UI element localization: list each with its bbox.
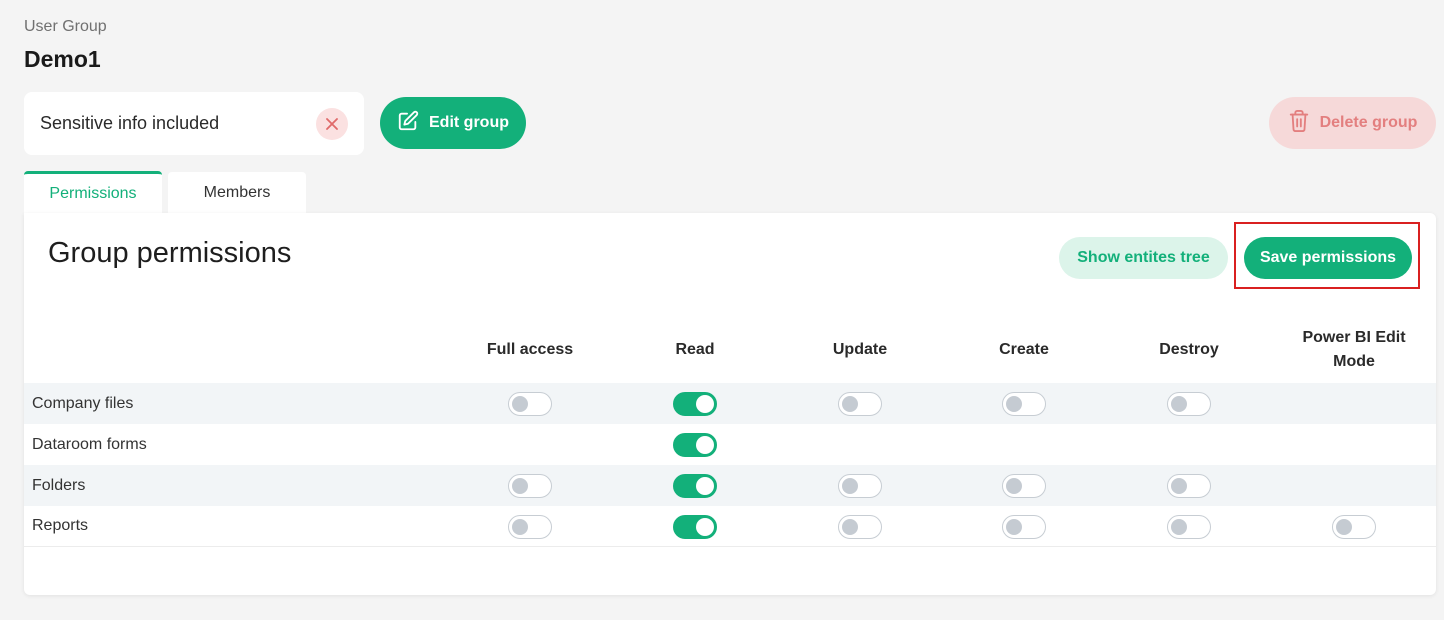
toggle-knob <box>696 477 714 495</box>
toggle-create[interactable] <box>1002 392 1046 416</box>
toggle-knob <box>696 518 714 536</box>
row-label: Folders <box>32 476 86 494</box>
toggle-knob <box>1336 519 1352 535</box>
toggle-knob <box>1006 396 1022 412</box>
table-row-folders: Folders <box>24 465 1436 506</box>
toggle-create[interactable] <box>1002 474 1046 498</box>
table-row-reports: Reports <box>24 506 1436 547</box>
column-header-destroy: Destroy <box>1159 341 1219 358</box>
table-row-dataroom-forms: Dataroom forms <box>24 424 1436 465</box>
column-header-full-access: Full access <box>486 341 574 358</box>
toggle-power-bi-edit-mode[interactable] <box>1332 515 1376 539</box>
row-label: Reports <box>32 517 89 534</box>
tab-permissions[interactable]: Permissions <box>24 171 162 213</box>
toggle-read[interactable] <box>673 392 717 416</box>
toggle-knob <box>1006 478 1022 494</box>
toggle-destroy[interactable] <box>1167 392 1211 416</box>
toggle-update[interactable] <box>838 515 882 539</box>
edit-group-button[interactable]: Edit group <box>380 97 526 149</box>
sensitive-info-label: Sensitive info included <box>40 113 220 133</box>
toggle-knob <box>1171 396 1187 412</box>
toggle-knob <box>1171 519 1187 535</box>
column-header-create: Create <box>999 341 1049 358</box>
toggle-read[interactable] <box>673 474 717 498</box>
toggle-full-access[interactable] <box>508 474 552 498</box>
row-label: Company files <box>32 394 134 412</box>
toggle-create[interactable] <box>1002 515 1046 539</box>
toggle-knob <box>842 478 858 494</box>
column-header-update: Update <box>832 341 888 358</box>
column-header-power-bi-edit-mode: Power BI Edit Mode <box>1302 329 1406 370</box>
row-label: Dataroom forms <box>32 435 147 453</box>
toggle-update[interactable] <box>838 474 882 498</box>
panel-title: Group permissions <box>48 237 292 269</box>
toggle-knob <box>842 396 858 412</box>
delete-group-button[interactable]: Delete group <box>1269 97 1436 149</box>
toggle-knob <box>512 396 528 412</box>
page-title: Demo1 <box>24 46 101 72</box>
edit-icon <box>397 110 419 137</box>
permissions-panel: Group permissions Show entites tree Save… <box>24 213 1436 595</box>
edit-group-label: Edit group <box>429 114 509 131</box>
toggle-read[interactable] <box>673 515 717 539</box>
breadcrumb-subtitle: User Group <box>24 18 107 35</box>
column-header-read: Read <box>675 341 715 358</box>
toggle-destroy[interactable] <box>1167 515 1211 539</box>
toggle-update[interactable] <box>838 392 882 416</box>
trash-icon <box>1288 109 1310 138</box>
close-icon[interactable] <box>316 107 348 140</box>
toggle-knob <box>512 519 528 535</box>
tab-members[interactable]: Members <box>168 172 306 213</box>
show-entities-tree-button[interactable]: Show entites tree <box>1059 237 1228 279</box>
toggle-knob <box>696 395 714 413</box>
toggle-destroy[interactable] <box>1167 474 1211 498</box>
toggle-full-access[interactable] <box>508 515 552 539</box>
save-permissions-button[interactable]: Save permissions <box>1244 237 1412 279</box>
toggle-knob <box>1006 519 1022 535</box>
sensitive-info-chip: Sensitive info included <box>24 92 364 155</box>
table-row-company-files: Company files <box>24 383 1436 424</box>
toggle-knob <box>1171 478 1187 494</box>
toggle-knob <box>842 519 858 535</box>
toggle-full-access[interactable] <box>508 392 552 416</box>
delete-group-label: Delete group <box>1319 114 1418 131</box>
toggle-knob <box>696 436 714 454</box>
toggle-knob <box>512 478 528 494</box>
toggle-read[interactable] <box>673 433 717 457</box>
